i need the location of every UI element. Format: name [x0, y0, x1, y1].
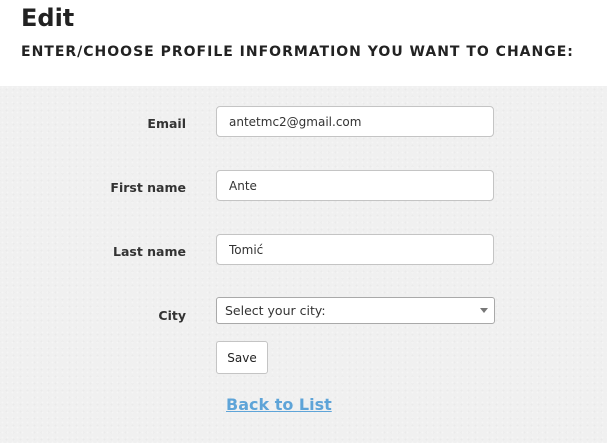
back-to-list-link[interactable]: Back to List — [226, 395, 332, 415]
city-select-value: Select your city: — [225, 303, 326, 318]
chevron-down-icon — [480, 308, 488, 313]
first-name-label: First name — [110, 180, 186, 195]
city-select[interactable]: Select your city: — [216, 297, 495, 324]
last-name-label: Last name — [112, 244, 186, 259]
save-button[interactable]: Save — [216, 341, 268, 374]
first-name-field[interactable] — [216, 170, 494, 201]
page-subtitle: ENTER/CHOOSE PROFILE INFORMATION YOU WAN… — [21, 44, 574, 60]
email-field[interactable] — [216, 106, 494, 137]
city-label: City — [158, 308, 186, 323]
email-label: Email — [147, 116, 186, 131]
last-name-field[interactable] — [216, 234, 494, 265]
page-title: Edit — [21, 4, 75, 32]
